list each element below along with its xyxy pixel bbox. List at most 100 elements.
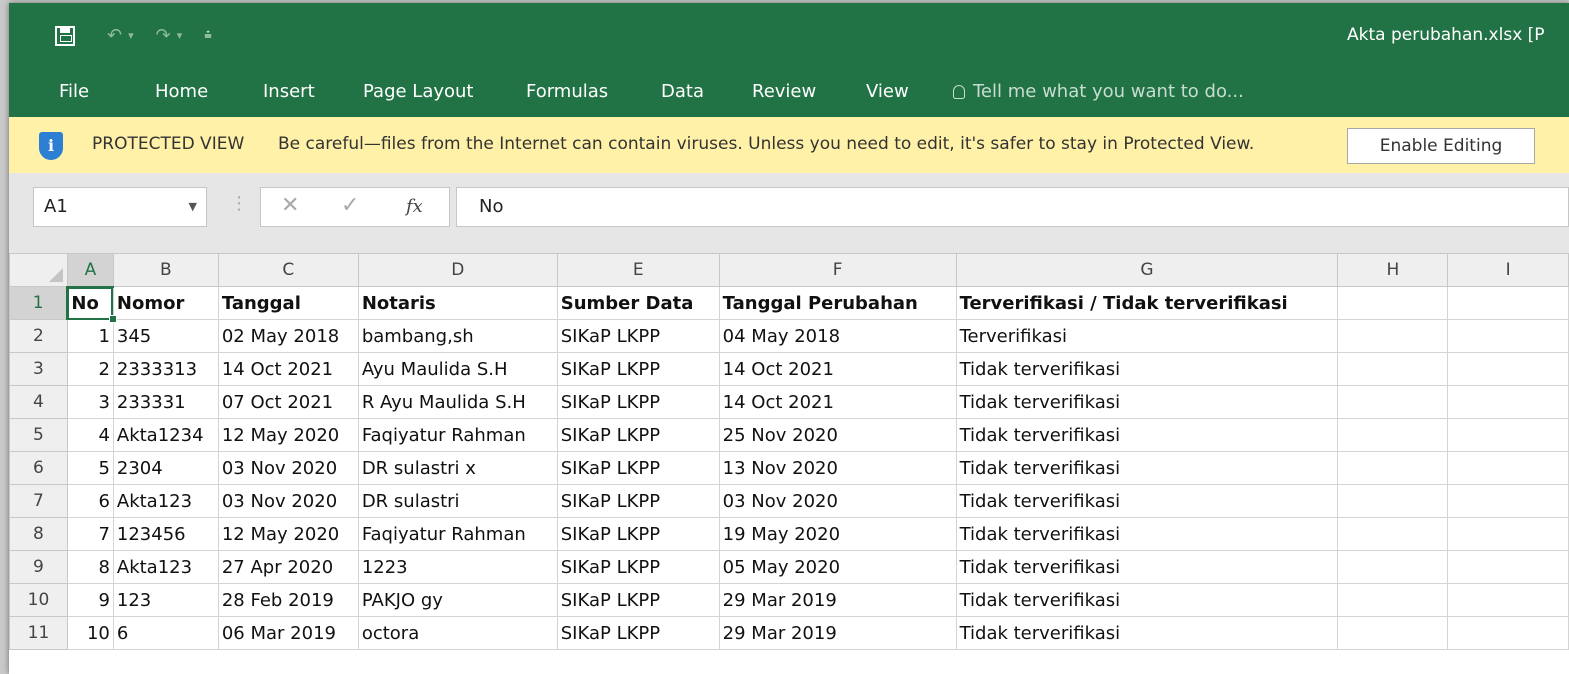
- cell-b11[interactable]: 6: [112, 616, 219, 650]
- cell-f6[interactable]: 13 Nov 2020: [718, 451, 957, 485]
- cell-d2[interactable]: bambang,sh: [357, 319, 558, 353]
- cell-f3[interactable]: 14 Oct 2021: [718, 352, 957, 386]
- redo-dropdown-icon[interactable]: ▾: [177, 21, 183, 51]
- cell-h11[interactable]: [1337, 616, 1449, 650]
- cell-b7[interactable]: Akta123: [112, 484, 219, 518]
- row-header[interactable]: 10: [9, 583, 68, 617]
- name-box[interactable]: A1 ▼: [33, 187, 207, 227]
- cell-i9[interactable]: [1447, 550, 1569, 584]
- column-header-a[interactable]: A: [66, 253, 114, 288]
- column-header-d[interactable]: D: [357, 253, 558, 287]
- cell-d10[interactable]: PAKJO gy: [357, 583, 558, 617]
- cell-g2[interactable]: Terverifikasi: [955, 319, 1339, 353]
- formula-bar-grip-icon[interactable]: ⋮: [230, 193, 248, 214]
- cell-h6[interactable]: [1337, 451, 1449, 485]
- cell-e9[interactable]: SIKaP LKPP: [556, 550, 720, 584]
- cell-c5[interactable]: 12 May 2020: [217, 418, 359, 452]
- cell-h5[interactable]: [1337, 418, 1449, 452]
- cell-i5[interactable]: [1447, 418, 1569, 452]
- cell-f5[interactable]: 25 Nov 2020: [718, 418, 957, 452]
- row-header[interactable]: 11: [9, 616, 68, 650]
- cell-g4[interactable]: Tidak terverifikasi: [955, 385, 1339, 419]
- column-header-c[interactable]: C: [217, 253, 359, 287]
- cell-i4[interactable]: [1447, 385, 1569, 419]
- cell-h1[interactable]: [1337, 286, 1449, 320]
- cell-g5[interactable]: Tidak terverifikasi: [955, 418, 1339, 452]
- cell-c3[interactable]: 14 Oct 2021: [217, 352, 359, 386]
- name-box-dropdown-icon[interactable]: ▼: [189, 188, 197, 226]
- row-header[interactable]: 5: [9, 418, 68, 452]
- undo-icon[interactable]: ↶: [107, 21, 122, 51]
- cell-d4[interactable]: R Ayu Maulida S.H: [357, 385, 558, 419]
- tell-me-box[interactable]: Tell me what you want to do...: [953, 81, 1244, 102]
- cell-a2[interactable]: 1: [66, 319, 114, 353]
- cell-a9[interactable]: 8: [66, 550, 114, 584]
- cell-d8[interactable]: Faqiyatur Rahman: [357, 517, 558, 551]
- column-header-f[interactable]: F: [718, 253, 957, 287]
- tab-page-layout[interactable]: Page Layout: [363, 81, 474, 102]
- tab-home[interactable]: Home: [155, 81, 208, 102]
- cell-c7[interactable]: 03 Nov 2020: [217, 484, 359, 518]
- enter-icon[interactable]: ✓: [341, 193, 359, 218]
- column-header-b[interactable]: B: [112, 253, 219, 287]
- cell-e3[interactable]: SIKaP LKPP: [556, 352, 720, 386]
- insert-function-icon[interactable]: fx: [406, 196, 423, 217]
- tab-review[interactable]: Review: [752, 81, 816, 102]
- cell-h8[interactable]: [1337, 517, 1449, 551]
- row-header[interactable]: 6: [9, 451, 68, 485]
- cell-c2[interactable]: 02 May 2018: [217, 319, 359, 353]
- cell-b2[interactable]: 345: [112, 319, 219, 353]
- tab-view[interactable]: View: [866, 81, 909, 102]
- customize-qat-icon[interactable]: ⩮: [204, 21, 212, 51]
- cell-e8[interactable]: SIKaP LKPP: [556, 517, 720, 551]
- cell-a3[interactable]: 2: [66, 352, 114, 386]
- cell-i11[interactable]: [1447, 616, 1569, 650]
- row-header[interactable]: 8: [9, 517, 68, 551]
- redo-icon[interactable]: ↷: [156, 21, 171, 51]
- cell-a5[interactable]: 4: [66, 418, 114, 452]
- cell-f9[interactable]: 05 May 2020: [718, 550, 957, 584]
- cell-h10[interactable]: [1337, 583, 1449, 617]
- cell-e6[interactable]: SIKaP LKPP: [556, 451, 720, 485]
- cell-g11[interactable]: Tidak terverifikasi: [955, 616, 1339, 650]
- cell-f1[interactable]: Tanggal Perubahan: [718, 286, 957, 320]
- cell-c10[interactable]: 28 Feb 2019: [217, 583, 359, 617]
- cell-f11[interactable]: 29 Mar 2019: [718, 616, 957, 650]
- cell-c11[interactable]: 06 Mar 2019: [217, 616, 359, 650]
- cell-c6[interactable]: 03 Nov 2020: [217, 451, 359, 485]
- cell-i3[interactable]: [1447, 352, 1569, 386]
- cell-e10[interactable]: SIKaP LKPP: [556, 583, 720, 617]
- tab-data[interactable]: Data: [661, 81, 704, 102]
- cell-i1[interactable]: [1447, 286, 1569, 320]
- cell-i6[interactable]: [1447, 451, 1569, 485]
- cell-h2[interactable]: [1337, 319, 1449, 353]
- cell-g9[interactable]: Tidak terverifikasi: [955, 550, 1339, 584]
- cell-a10[interactable]: 9: [66, 583, 114, 617]
- cell-b9[interactable]: Akta123: [112, 550, 219, 584]
- cell-e4[interactable]: SIKaP LKPP: [556, 385, 720, 419]
- cell-b8[interactable]: 123456: [112, 517, 219, 551]
- cell-a8[interactable]: 7: [66, 517, 114, 551]
- cell-e7[interactable]: SIKaP LKPP: [556, 484, 720, 518]
- cell-f8[interactable]: 19 May 2020: [718, 517, 957, 551]
- undo-dropdown-icon[interactable]: ▾: [128, 21, 134, 51]
- cell-d9[interactable]: 1223: [357, 550, 558, 584]
- row-header[interactable]: 7: [9, 484, 68, 518]
- row-header[interactable]: 3: [9, 352, 68, 386]
- cell-d6[interactable]: DR sulastri x: [357, 451, 558, 485]
- cell-d1[interactable]: Notaris: [357, 286, 558, 320]
- select-all-corner[interactable]: [9, 253, 68, 287]
- cell-g7[interactable]: Tidak terverifikasi: [955, 484, 1339, 518]
- cell-h7[interactable]: [1337, 484, 1449, 518]
- cell-g1[interactable]: Terverifikasi / Tidak terverifikasi: [955, 286, 1339, 320]
- row-header[interactable]: 2: [9, 319, 68, 353]
- column-header-i[interactable]: I: [1447, 253, 1569, 287]
- cell-d3[interactable]: Ayu Maulida S.H: [357, 352, 558, 386]
- cell-d7[interactable]: DR sulastri: [357, 484, 558, 518]
- cell-i7[interactable]: [1447, 484, 1569, 518]
- cell-b1[interactable]: Nomor: [112, 286, 219, 320]
- row-header[interactable]: 4: [9, 385, 68, 419]
- cell-a11[interactable]: 10: [66, 616, 114, 650]
- column-header-e[interactable]: E: [556, 253, 720, 287]
- cell-b5[interactable]: Akta1234: [112, 418, 219, 452]
